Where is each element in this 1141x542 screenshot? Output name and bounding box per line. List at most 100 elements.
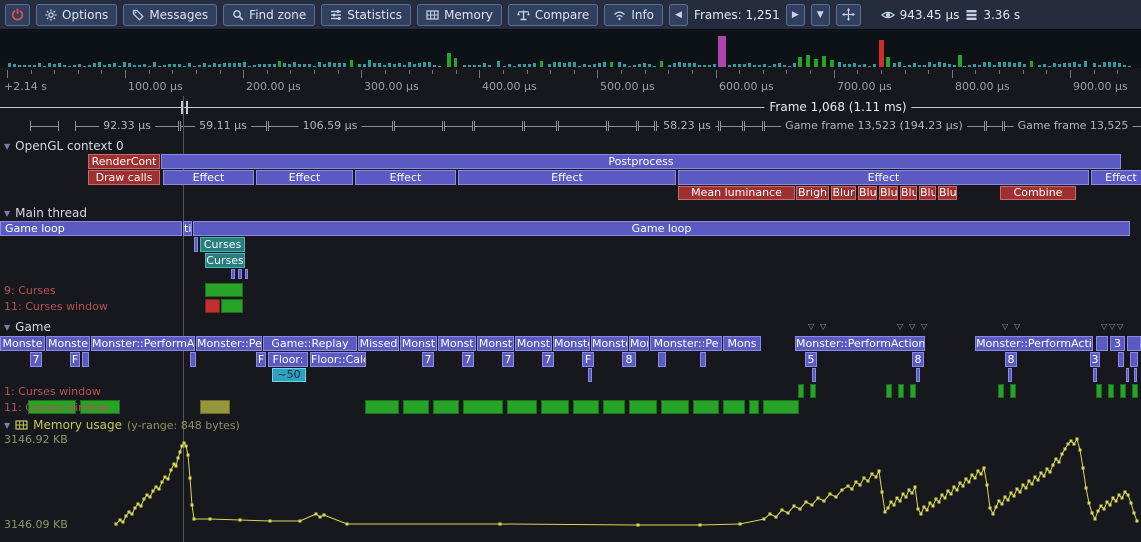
frame-bar[interactable] <box>978 65 981 67</box>
frame-bar[interactable] <box>1038 65 1041 67</box>
lock-bar[interactable] <box>365 400 399 414</box>
frame-bar[interactable] <box>338 63 341 67</box>
frame-bar[interactable] <box>988 62 991 67</box>
frame-bar[interactable] <box>1108 62 1111 67</box>
frame-bar[interactable] <box>108 64 111 67</box>
frame-bar[interactable] <box>138 65 141 67</box>
zone[interactable]: Monste <box>0 336 45 351</box>
compare-button[interactable]: Compare <box>508 4 598 26</box>
lock-bar[interactable] <box>723 400 745 414</box>
frame-bar[interactable] <box>1053 63 1056 67</box>
zone[interactable] <box>194 237 198 252</box>
frame-bar[interactable] <box>678 62 681 67</box>
frame-bar[interactable] <box>533 63 536 67</box>
frame-bar[interactable] <box>653 66 656 67</box>
frame-bar[interactable] <box>208 65 211 67</box>
zone[interactable] <box>1134 368 1137 382</box>
frame-bar[interactable] <box>583 64 586 67</box>
frame-bar[interactable] <box>1008 62 1011 67</box>
frame-bar[interactable] <box>758 65 761 67</box>
frame-bar[interactable] <box>243 62 246 67</box>
lock-bar[interactable] <box>200 400 230 414</box>
frame-bar[interactable] <box>738 64 741 67</box>
zone[interactable]: Monste <box>553 336 590 351</box>
frame-bar[interactable] <box>463 65 466 67</box>
frame-bar[interactable] <box>313 66 316 67</box>
frame-bar[interactable] <box>733 64 736 67</box>
frame-bar[interactable] <box>513 66 516 67</box>
frame-bar[interactable] <box>273 64 276 67</box>
frame-bar[interactable] <box>773 64 776 67</box>
zone[interactable] <box>245 269 248 279</box>
message-marker-icon[interactable]: ▽ <box>897 322 903 331</box>
frame-bar[interactable] <box>423 62 426 67</box>
frame-bar[interactable] <box>1058 64 1061 67</box>
frame-bar[interactable] <box>868 66 871 67</box>
frame-bar[interactable] <box>293 62 296 67</box>
zone[interactable] <box>812 368 816 382</box>
lock-bar[interactable] <box>763 400 799 414</box>
frame-bar[interactable] <box>748 63 751 67</box>
message-marker-icon[interactable]: ▽ <box>808 322 814 331</box>
frame-bar[interactable] <box>88 65 91 67</box>
find-zone-button[interactable]: Find zone <box>223 4 315 26</box>
zone[interactable]: Curses <box>205 253 245 268</box>
frame-bar[interactable] <box>1013 63 1016 67</box>
zone[interactable]: Monster::Pe <box>196 336 262 351</box>
message-marker-icon[interactable]: ▽ <box>1101 322 1107 331</box>
frame-band-label[interactable]: Frame 1,068 (1.11 ms) <box>764 100 911 114</box>
frame-bar[interactable] <box>938 62 941 67</box>
frame-bar[interactable] <box>778 63 781 67</box>
frame-bar[interactable] <box>968 65 971 67</box>
frame-bar[interactable] <box>233 63 236 67</box>
zone[interactable]: RenderCont <box>88 154 160 169</box>
frame-bar[interactable] <box>158 66 161 67</box>
frame-bar[interactable] <box>193 66 196 67</box>
zone[interactable]: 7 <box>30 352 42 367</box>
options-button[interactable]: Options <box>36 4 117 26</box>
collapse-arrow-icon[interactable]: ▼ <box>4 323 10 332</box>
frame-bar[interactable] <box>358 64 361 67</box>
zone[interactable]: 3 <box>1090 352 1100 367</box>
zone[interactable]: Curses <box>200 237 245 252</box>
frame-bar[interactable] <box>783 65 786 67</box>
frame-bar[interactable] <box>1030 61 1033 67</box>
frame-bar[interactable] <box>438 66 441 67</box>
zone[interactable]: Monster::PerformAction <box>795 336 925 351</box>
frame-bar[interactable] <box>830 60 834 67</box>
frame-bar[interactable] <box>83 66 86 67</box>
lock-bar[interactable] <box>1120 384 1126 398</box>
frame-bar[interactable] <box>153 62 156 67</box>
frame-bar[interactable] <box>1113 62 1116 67</box>
next-frame-button[interactable]: ▶ <box>786 4 805 26</box>
zone[interactable]: 8 <box>622 352 636 367</box>
zone[interactable]: 7 <box>422 352 434 367</box>
lock-bar[interactable] <box>403 400 429 414</box>
frame-bar[interactable] <box>518 64 521 67</box>
subframe-label[interactable]: 59.11 μs <box>195 119 251 132</box>
frame-bar[interactable] <box>43 66 46 67</box>
frame-bar[interactable] <box>1068 63 1071 67</box>
frame-bar[interactable] <box>483 63 486 67</box>
zone[interactable]: Mons <box>629 336 649 351</box>
frame-bar[interactable] <box>468 65 471 67</box>
frame-bar[interactable] <box>798 57 802 67</box>
frame-bar[interactable] <box>454 58 457 67</box>
power-button[interactable] <box>5 4 30 26</box>
frame-bar[interactable] <box>488 65 491 67</box>
frame-bar[interactable] <box>638 64 641 67</box>
frame-bar[interactable] <box>1048 66 1051 67</box>
frame-bar[interactable] <box>598 63 601 67</box>
frame-bar[interactable] <box>363 64 366 67</box>
frame-bar[interactable] <box>213 63 216 67</box>
lock-bar[interactable] <box>1010 384 1016 398</box>
zone[interactable]: Mons <box>723 336 761 351</box>
zone[interactable]: Monster::PerformA <box>91 336 195 351</box>
frame-bar[interactable] <box>350 60 353 67</box>
frame-bar[interactable] <box>528 64 531 67</box>
frame-bar[interactable] <box>298 64 301 67</box>
zone[interactable]: Monster::PerformActi <box>975 336 1093 351</box>
frame-bar[interactable] <box>923 65 926 67</box>
frame-bar[interactable] <box>618 62 621 67</box>
lock-bar[interactable] <box>661 400 689 414</box>
